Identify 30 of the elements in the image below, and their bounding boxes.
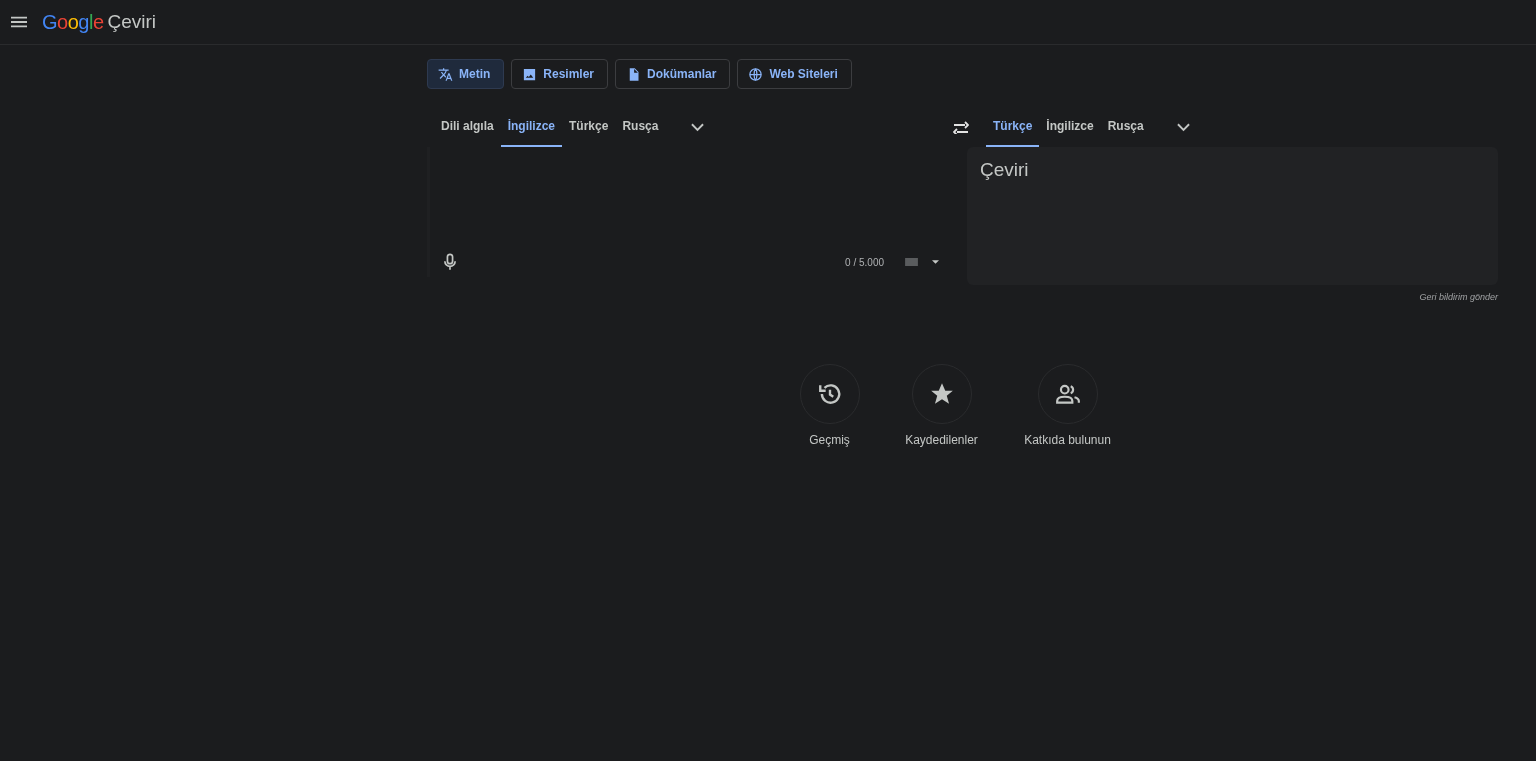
google-logo[interactable]: Google (42, 10, 104, 34)
action-label: Kaydedilenler (905, 433, 978, 447)
app-title: Çeviri (107, 11, 157, 33)
language-tab[interactable]: Rusça (615, 107, 666, 147)
menu-icon[interactable] (11, 16, 27, 28)
mode-tab[interactable]: Metin (427, 59, 505, 89)
mode-tab[interactable]: Dokümanlar (615, 59, 731, 89)
mode-tab[interactable]: Resimler (511, 59, 609, 89)
mode-tab[interactable]: Web Siteleri (737, 59, 852, 89)
caret-icon[interactable] (932, 260, 939, 264)
send-feedback-link[interactable]: Geri bildirim gönder (1419, 292, 1498, 302)
keyboard-icon[interactable] (904, 258, 919, 266)
swap-icon[interactable] (953, 120, 969, 134)
chevron-down-icon[interactable] (691, 122, 705, 132)
language-tab[interactable]: İngilizce (1039, 107, 1101, 147)
action-label: Katkıda bulunun (1024, 433, 1111, 447)
source-text-area[interactable]: 0 / 5.000 (427, 147, 955, 277)
history-icon (816, 381, 843, 407)
character-count: 0 / 5.000 (845, 256, 884, 268)
language-tab[interactable]: Dili algıla (434, 107, 501, 147)
microphone-icon[interactable] (444, 253, 456, 271)
image-icon (522, 66, 538, 82)
translate-icon (438, 66, 453, 82)
action-label: Geçmiş (809, 433, 850, 447)
translation-field[interactable]: Çeviri (967, 147, 1498, 285)
chevron-down-icon[interactable] (1176, 122, 1190, 132)
language-tab[interactable]: Rusça (1100, 107, 1151, 147)
language-tab[interactable]: Türkçe (562, 107, 616, 147)
globe-icon (748, 66, 764, 82)
language-tab[interactable]: İngilizce (500, 107, 563, 147)
